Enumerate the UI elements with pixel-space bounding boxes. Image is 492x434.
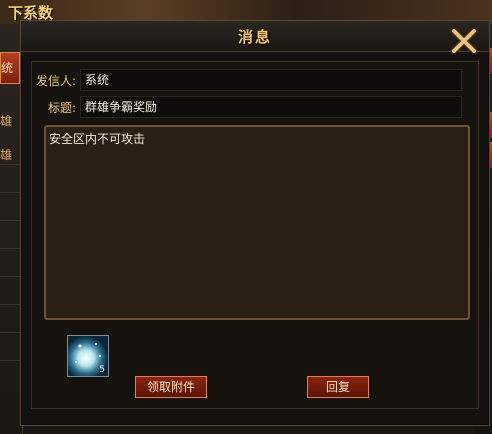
sender-field: 系统 [80, 69, 462, 91]
subject-field: 群雄争霸奖励 [80, 96, 462, 118]
dialog-title: 消息 [237, 28, 272, 46]
message-dialog: 消息 发信人: 系统 标题: 群雄争霸奖励 安全区内不可攻击 5 领取附件 回复 [20, 20, 490, 426]
background-left-item[interactable]: 雄 [0, 112, 18, 129]
reply-button[interactable]: 回复 [307, 376, 369, 398]
sender-label: 发信人: [35, 74, 76, 88]
background-left-item[interactable]: 雄 [0, 146, 18, 163]
subject-label: 标题: [47, 101, 76, 115]
claim-attachment-button[interactable]: 领取附件 [135, 376, 207, 398]
close-button[interactable] [449, 26, 479, 56]
background-left-tab[interactable]: 统 [0, 52, 20, 84]
message-body-panel: 发信人: 系统 标题: 群雄争霸奖励 安全区内不可攻击 5 领取附件 回复 [31, 61, 479, 409]
attachment-count: 5 [99, 365, 105, 375]
close-icon [450, 27, 478, 55]
dialog-title-bar[interactable]: 消息 [21, 21, 489, 52]
attachment-slot[interactable]: 5 [67, 335, 109, 377]
message-content: 安全区内不可攻击 [44, 125, 470, 320]
